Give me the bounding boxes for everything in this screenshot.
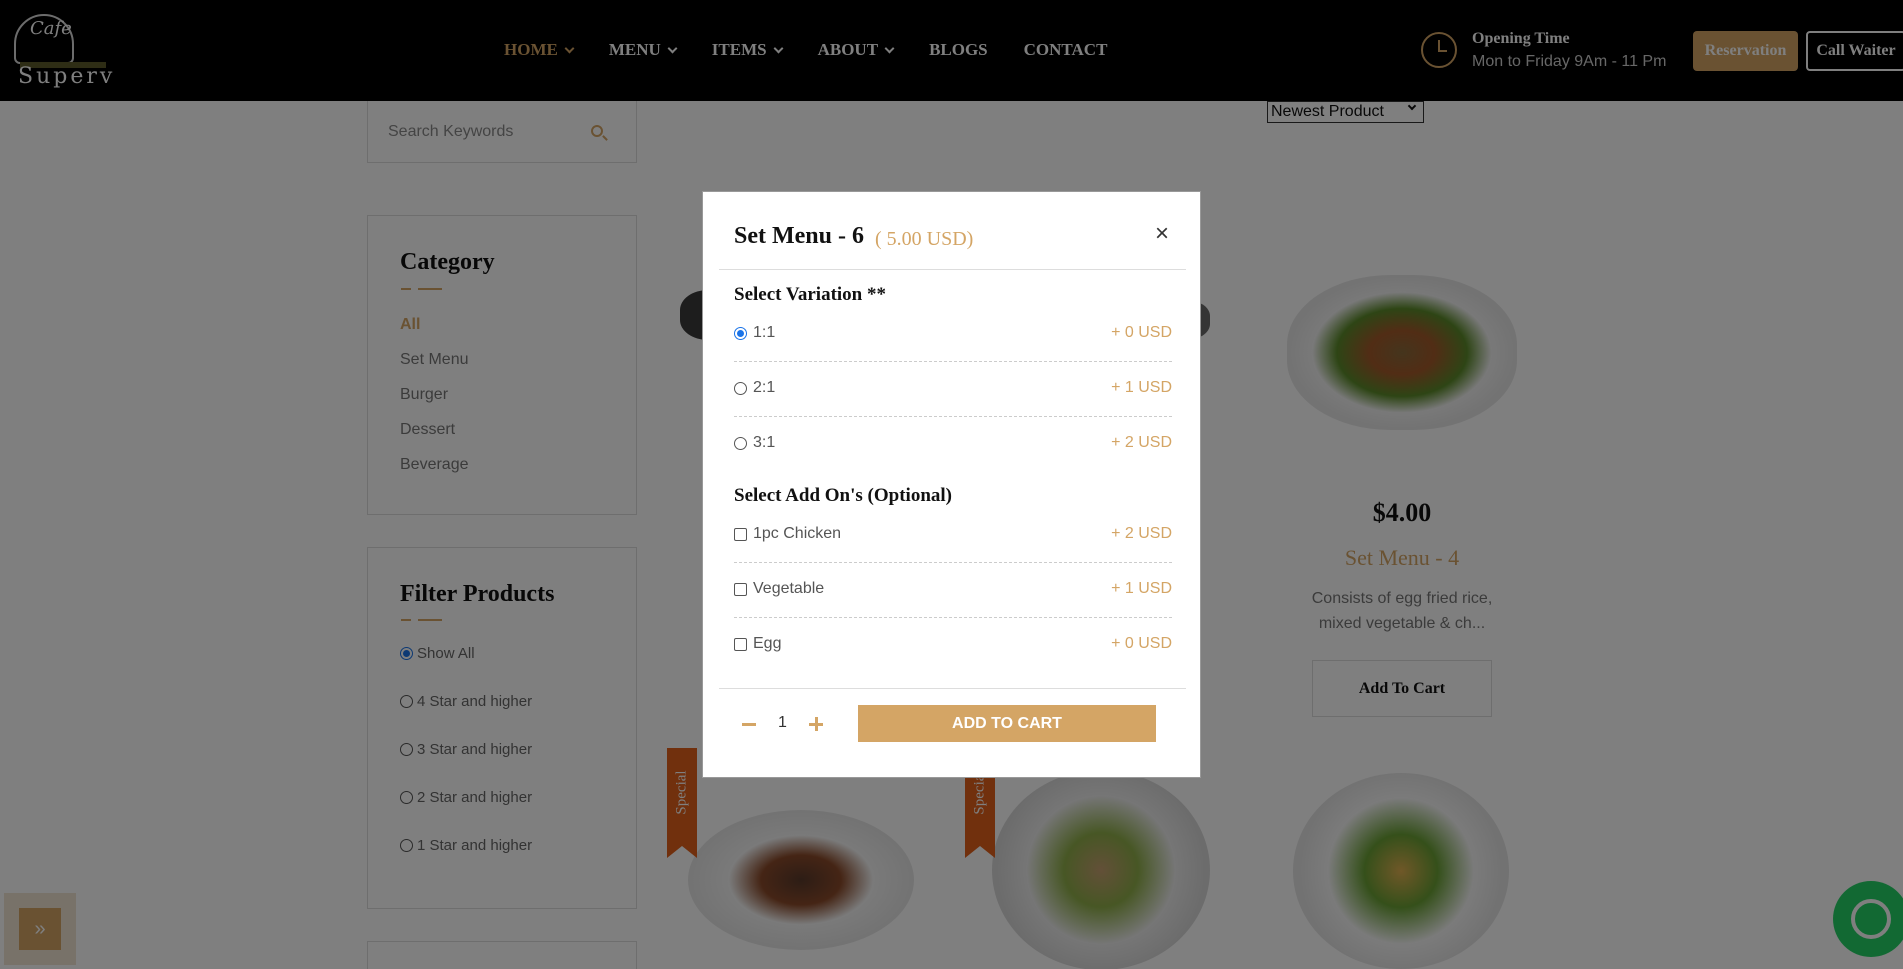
- addon-price: + 1 USD: [1111, 580, 1172, 597]
- radio-button[interactable]: [734, 436, 747, 450]
- addon-label: 1pc Chicken: [753, 525, 842, 542]
- dashed-divider: [734, 361, 1172, 362]
- close-icon[interactable]: ×: [1155, 220, 1169, 248]
- variation-label: 1:1: [753, 324, 776, 341]
- variation-option-2-1[interactable]: 2:1 + 1 USD: [734, 379, 1172, 434]
- variation-price: + 0 USD: [1111, 324, 1172, 341]
- addon-label: Vegetable: [753, 580, 825, 597]
- addon-label: Egg: [753, 635, 782, 652]
- checkbox[interactable]: [734, 527, 747, 541]
- variation-price: + 2 USD: [1111, 434, 1172, 451]
- divider: [719, 269, 1186, 270]
- divider: [719, 688, 1186, 689]
- addon-price: + 2 USD: [1111, 525, 1172, 542]
- variation-label: 3:1: [753, 434, 776, 451]
- variation-price: + 1 USD: [1111, 379, 1172, 396]
- modal-title: Set Menu - 6: [734, 223, 864, 249]
- dashed-divider: [734, 562, 1172, 563]
- checkbox[interactable]: [734, 582, 747, 596]
- variation-option-1-1[interactable]: 1:1 + 0 USD: [734, 324, 1172, 379]
- addon-option-chicken[interactable]: 1pc Chicken + 2 USD: [734, 525, 1172, 580]
- addon-price: + 0 USD: [1111, 635, 1172, 652]
- radio-button[interactable]: [734, 381, 747, 395]
- dashed-divider: [734, 617, 1172, 618]
- quantity-value[interactable]: 1: [778, 714, 787, 732]
- modal-base-price: ( 5.00 USD): [875, 228, 974, 250]
- dashed-divider: [734, 416, 1172, 417]
- checkbox[interactable]: [734, 637, 747, 651]
- addon-option-vegetable[interactable]: Vegetable + 1 USD: [734, 580, 1172, 635]
- variation-title: Select Variation **: [734, 284, 886, 305]
- modal-add-to-cart-button[interactable]: ADD TO CART: [858, 705, 1156, 742]
- addons-title: Select Add On's (Optional): [734, 485, 952, 506]
- addon-option-egg[interactable]: Egg + 0 USD: [734, 635, 1172, 690]
- radio-button[interactable]: [734, 326, 747, 340]
- minus-icon[interactable]: [742, 723, 756, 726]
- variation-label: 2:1: [753, 379, 776, 396]
- plus-icon[interactable]: [809, 717, 823, 731]
- variation-option-3-1[interactable]: 3:1 + 2 USD: [734, 434, 1172, 489]
- product-options-modal: Set Menu - 6 ( 5.00 USD) × Select Variat…: [702, 191, 1201, 778]
